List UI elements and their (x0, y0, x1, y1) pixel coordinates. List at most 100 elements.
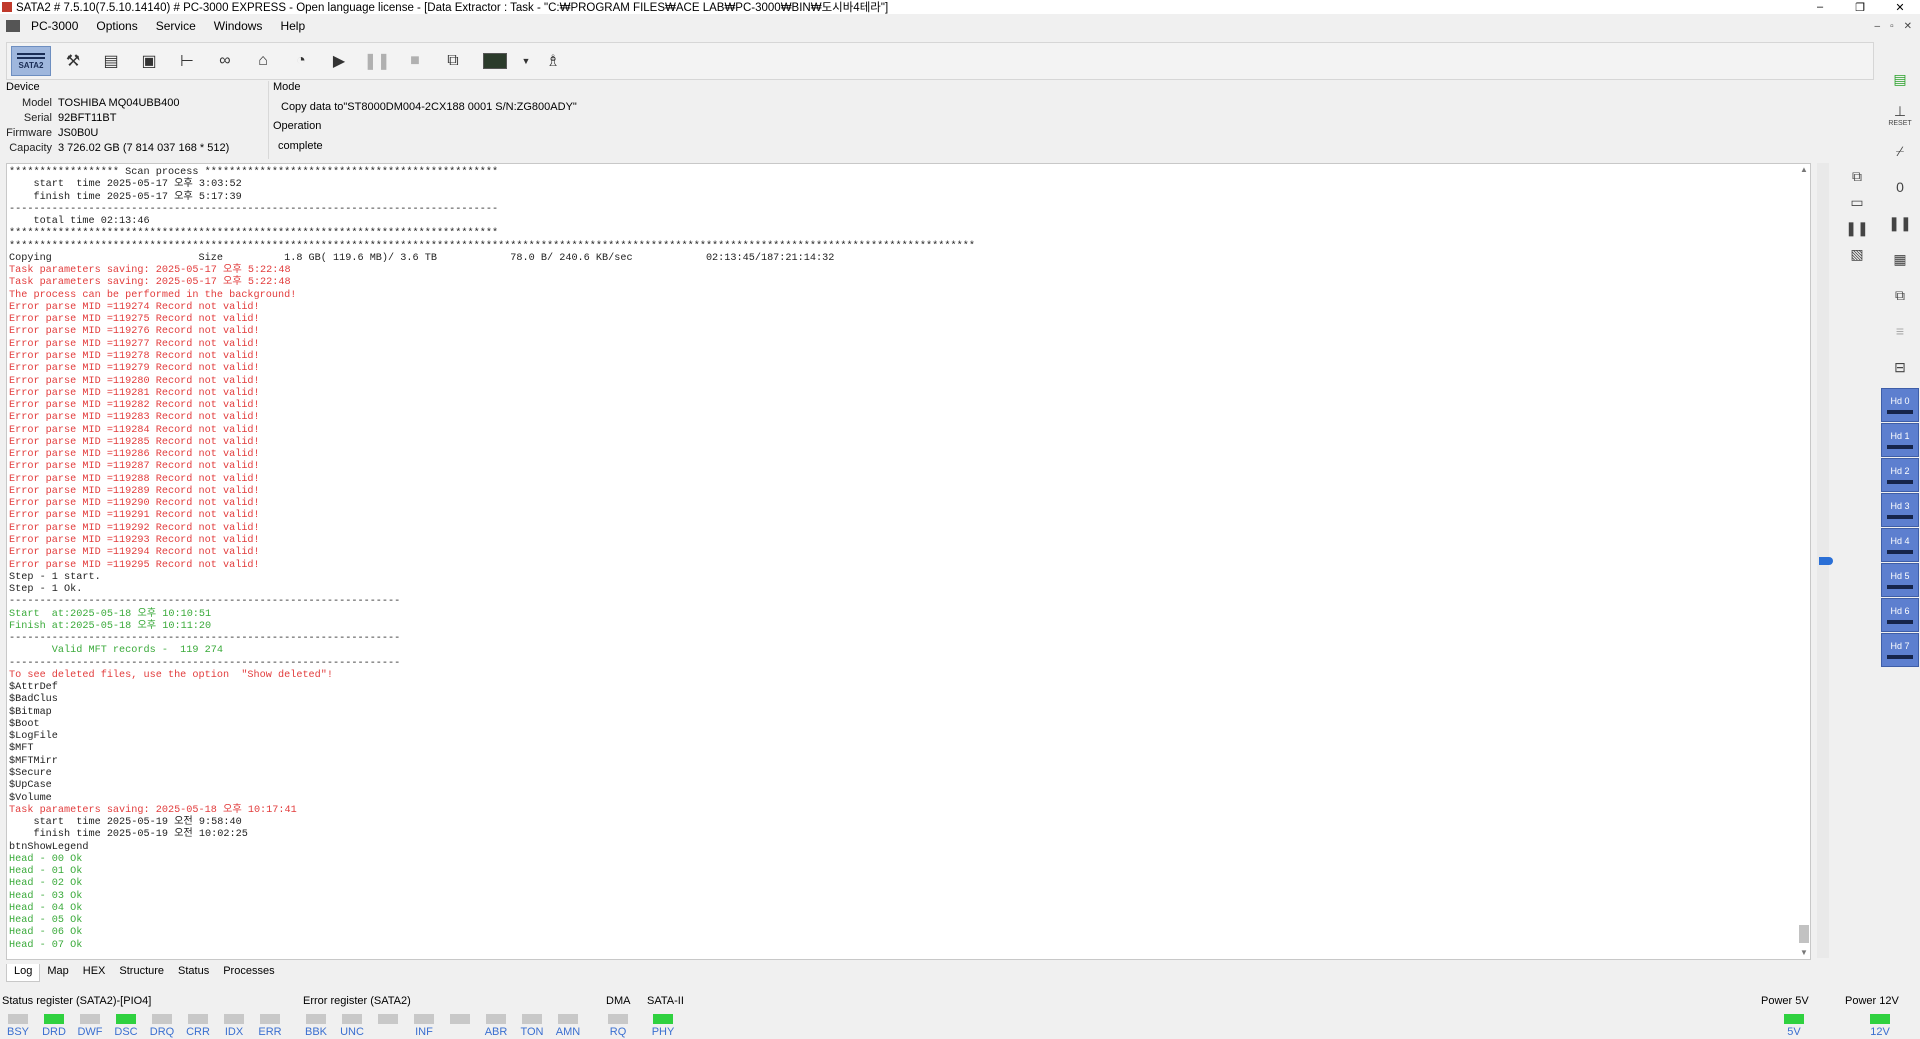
tab-status[interactable]: Status (171, 964, 216, 982)
log-line: Error parse MID =119286 Record not valid… (9, 449, 260, 461)
sata-mode-label: SATA-II (647, 995, 684, 1007)
dma-label: DMA (606, 995, 631, 1007)
copy-window-icon[interactable]: ⧉ (1882, 280, 1918, 310)
log-panel[interactable]: ****************** Scan process ********… (6, 163, 1811, 960)
terminal-icon[interactable]: ▦ (1882, 244, 1918, 274)
log-line: Copying Size 1.8 GB( 119.6 MB)/ 3.6 TB 7… (9, 252, 835, 264)
log-side-gutter (1817, 163, 1833, 958)
menu-pc3000[interactable]: PC-3000 (22, 19, 87, 33)
tab-processes[interactable]: Processes (216, 964, 281, 982)
status-bar: Status register (SATA2)-[PIO4] BSY DRD DWF… (0, 993, 1920, 1039)
log-scrollbar[interactable]: ▲ ▼ (1798, 165, 1810, 958)
save-icon[interactable]: ▭ (1845, 191, 1869, 213)
log-line: Task parameters saving: 2025-05-17 오후 5:… (9, 277, 291, 289)
mdi-minimize-button[interactable]: – (1875, 21, 1881, 32)
tab-structure[interactable]: Structure (112, 964, 171, 982)
binoculars-icon[interactable]: ∞ (209, 46, 241, 76)
led-label: PHY (651, 1026, 675, 1038)
log-line: Error parse MID =119277 Record not valid… (9, 338, 260, 350)
head-button-0[interactable]: Hd 0 (1881, 388, 1919, 422)
pause-icon[interactable]: ❚❚ (361, 46, 393, 76)
head-button-5[interactable]: Hd 5 (1881, 563, 1919, 597)
led-lamp-icon (558, 1014, 578, 1024)
close-button[interactable]: ✕ (1880, 1, 1920, 14)
log-line: Head - 00 Ok (9, 853, 83, 865)
disk-icon[interactable]: ◔ (285, 46, 317, 76)
head-button-3[interactable]: Hd 3 (1881, 493, 1919, 527)
head-button-7[interactable]: Hd 7 (1881, 633, 1919, 667)
log-line: Error parse MID =119278 Record not valid… (9, 350, 260, 362)
stop-icon[interactable]: ■ (399, 46, 431, 76)
mdi-close-button[interactable]: ✕ (1904, 21, 1912, 32)
log-line: Error parse MID =119275 Record not valid… (9, 314, 260, 326)
position-marker[interactable] (1819, 557, 1833, 565)
log-line: Step - 1 Ok. (9, 584, 83, 596)
settings-slider-icon[interactable]: ≡ (1882, 316, 1918, 346)
reset-button[interactable]: ⊥ RESET (1882, 100, 1918, 130)
copy-icon[interactable]: ⧉ (437, 46, 469, 76)
log-text: ****************** Scan process ********… (9, 167, 975, 952)
menu-help[interactable]: Help (271, 19, 314, 33)
window-title: SATA2 # 7.5.10(7.5.10.14140) # PC-3000 E… (16, 2, 889, 14)
window-icon[interactable]: ⧉ (1845, 165, 1869, 187)
hdd-icon[interactable]: ⌂ (247, 46, 279, 76)
scroll-down-icon[interactable]: ▼ (1798, 948, 1810, 958)
log-line: Error parse MID =119283 Record not valid… (9, 412, 260, 424)
log-line: ----------------------------------------… (9, 203, 499, 215)
power-toggle-icon[interactable]: ⌿ (1882, 136, 1918, 166)
head-button-1[interactable]: Hd 1 (1881, 423, 1919, 457)
log-line: $LogFile (9, 731, 58, 743)
monitor-icon[interactable] (475, 46, 515, 76)
tree-icon[interactable]: ⊢ (171, 46, 203, 76)
head-icon (1887, 410, 1913, 414)
menu-options[interactable]: Options (87, 19, 146, 33)
log-line: Error parse MID =119276 Record not valid… (9, 326, 260, 338)
minimize-button[interactable]: – (1800, 1, 1840, 14)
restore-button[interactable]: ❐ (1840, 1, 1880, 14)
led-label: DRD (42, 1026, 66, 1038)
connector-icon[interactable]: ⊟ (1882, 352, 1918, 382)
log-line: finish time 2025-05-17 오후 5:17:39 (9, 191, 242, 203)
log-line: Valid MFT records - 119 274 (9, 645, 223, 657)
drive-info-icon[interactable]: ▤ (95, 46, 127, 76)
pause-icon[interactable]: ❚❚ (1845, 217, 1869, 239)
menu-service[interactable]: Service (147, 19, 205, 33)
head-button-2[interactable]: Hd 2 (1881, 458, 1919, 492)
drive-image-icon[interactable]: ▧ (1845, 243, 1869, 265)
led-label: DRQ (149, 1026, 175, 1038)
log-line: ----------------------------------------… (9, 596, 401, 608)
scroll-thumb[interactable] (1799, 925, 1809, 943)
led-lamp-icon (188, 1014, 208, 1024)
log-line: $MFT (9, 743, 34, 755)
log-line: $Secure (9, 768, 52, 780)
led-label: ABR (484, 1026, 508, 1038)
menu-windows[interactable]: Windows (205, 19, 272, 33)
head-button-4[interactable]: Hd 4 (1881, 528, 1919, 562)
pause-power-icon[interactable]: ❚❚ (1882, 208, 1918, 238)
app-icon (2, 2, 12, 12)
log-line: Head - 01 Ok (9, 866, 83, 878)
tab-map[interactable]: Map (40, 964, 75, 982)
mdi-restore-button[interactable]: ▫ (1890, 21, 1894, 32)
log-tools: ⧉ ▭ ❚❚ ▧ (1840, 163, 1874, 963)
head-button-6[interactable]: Hd 6 (1881, 598, 1919, 632)
right-toolbar: ▤ ⊥ RESET ⌿ 0 ❚❚ ▦ ⧉ ≡ ⊟ Hd 0 Hd 1 Hd 2 … (1880, 62, 1920, 982)
led-unc: UNC (334, 1014, 370, 1038)
tools-icon[interactable]: ⚒ (57, 46, 89, 76)
scroll-up-icon[interactable]: ▲ (1798, 165, 1810, 175)
tab-log[interactable]: Log (6, 964, 41, 982)
led-lamp-icon (486, 1014, 506, 1024)
sata2-port-button[interactable]: SATA2 (11, 46, 51, 76)
title-bar: SATA2 # 7.5.10(7.5.10.14140) # PC-3000 E… (0, 0, 1920, 14)
log-line: Error parse MID =119284 Record not valid… (9, 424, 260, 436)
led-label: 12V (1870, 1026, 1890, 1038)
database-icon[interactable]: ▤ (1882, 64, 1918, 94)
pc3000-logo-icon (6, 20, 20, 32)
percent-icon[interactable]: ▣ (133, 46, 165, 76)
play-icon[interactable]: ▶ (323, 46, 355, 76)
tab-hex[interactable]: HEX (76, 964, 113, 982)
power-off-button[interactable]: 0 (1882, 172, 1918, 202)
dropdown-icon[interactable]: ▼ (521, 46, 531, 76)
serial-label: Serial (23, 112, 52, 124)
person-icon[interactable]: ♗ (537, 46, 569, 76)
